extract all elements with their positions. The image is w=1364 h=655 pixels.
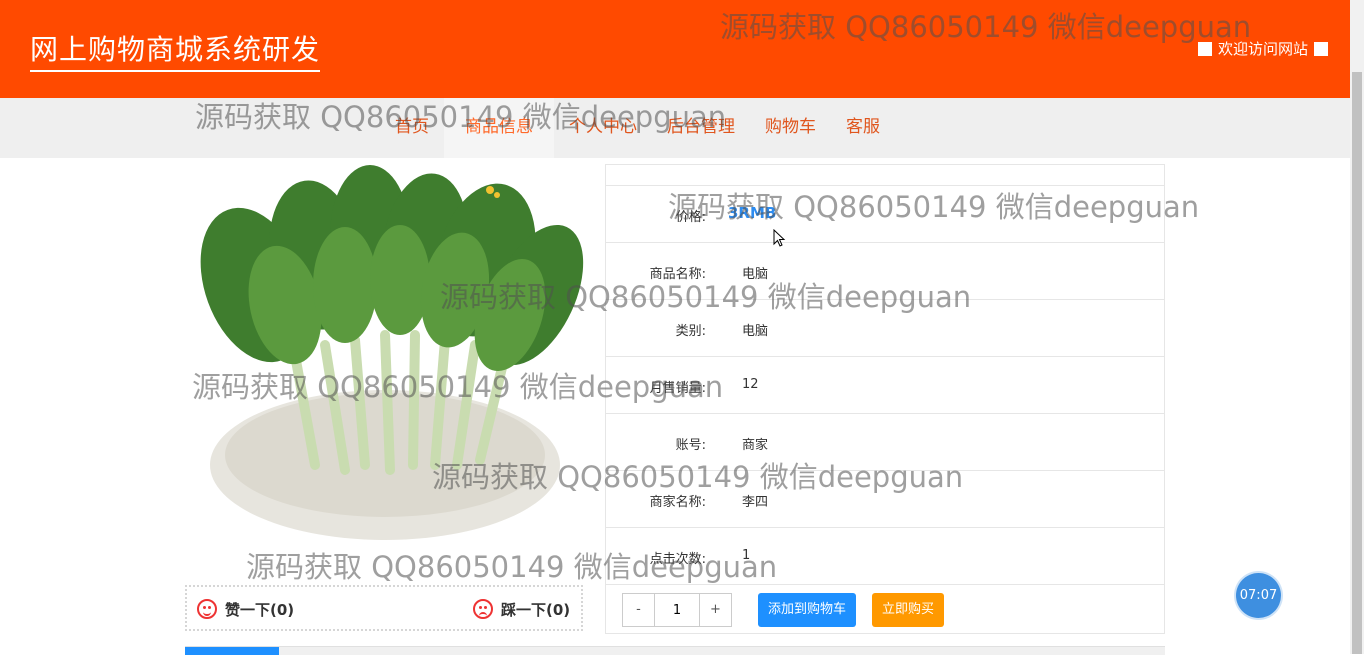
nav-admin[interactable]: 后台管理 <box>652 98 750 158</box>
decrease-button[interactable]: - <box>623 594 654 626</box>
info-row: 账号: 商家 <box>606 413 1164 471</box>
buy-now-button[interactable]: 立即购买 <box>872 593 945 627</box>
like-button[interactable]: 赞一下(0) <box>197 587 294 631</box>
nav-products[interactable]: 商品信息 <box>444 98 554 158</box>
add-to-cart-button[interactable]: 添加到购物车 <box>758 593 857 627</box>
header: 网上购物商城系统研发 欢迎访问网站 <box>0 0 1350 98</box>
nav-home[interactable]: 首页 <box>380 98 444 158</box>
frown-icon <box>473 599 493 619</box>
nav-cart[interactable]: 购物车 <box>750 98 831 158</box>
nav-service[interactable]: 客服 <box>831 98 895 158</box>
dislike-label: 踩一下(0) <box>501 600 571 619</box>
square-icon <box>1197 41 1212 56</box>
field-value: 李四 <box>742 495 769 510</box>
scrollbar-thumb[interactable] <box>1352 72 1362 654</box>
dislike-button[interactable]: 踩一下(0) <box>473 587 570 631</box>
field-label: 类别: <box>675 324 706 339</box>
field-label: 账号: <box>675 438 706 453</box>
vote-box: 赞一下(0) 踩一下(0) <box>185 585 583 631</box>
product-info-table: 价格: 3RMB 商品名称: 电脑 类别: 电脑 月售销量: 12 账号: 商家… <box>605 164 1165 634</box>
field-label: 月售销量: <box>649 381 706 396</box>
navbar: 首页 商品信息 个人中心 后台管理 购物车 客服 <box>0 98 1350 158</box>
field-label: 商家名称: <box>649 495 706 510</box>
field-value: 1 <box>742 548 751 563</box>
field-value: 商家 <box>742 438 769 453</box>
scrollbar[interactable] <box>1350 0 1364 654</box>
clock-widget[interactable]: 07:07 <box>1236 573 1281 618</box>
price-value: 3RMB <box>728 204 777 222</box>
field-label: 点击次数: <box>649 552 706 567</box>
info-row: 月售销量: 12 <box>606 356 1164 414</box>
info-row: 商家名称: 李四 <box>606 470 1164 528</box>
mouse-cursor-icon <box>773 229 786 247</box>
like-label: 赞一下(0) <box>225 600 295 619</box>
product-image <box>185 165 585 545</box>
increase-button[interactable]: + <box>700 594 731 626</box>
square-icon <box>1314 41 1328 56</box>
field-label: 商品名称: <box>649 267 706 282</box>
info-row: 商品名称: 电脑 <box>606 242 1164 300</box>
field-value: 电脑 <box>742 324 769 339</box>
smile-icon <box>197 599 217 619</box>
quantity-input[interactable] <box>654 594 700 626</box>
field-value: 12 <box>742 377 759 392</box>
quantity-stepper: - + <box>622 593 732 627</box>
info-row-price: 价格: 3RMB <box>606 185 1164 243</box>
field-value: 电脑 <box>742 267 769 282</box>
site-title[interactable]: 网上购物商城系统研发 <box>30 28 321 72</box>
info-row: 点击次数: 1 <box>606 527 1164 585</box>
nav-profile[interactable]: 个人中心 <box>554 98 652 158</box>
price-label: 价格: <box>675 210 706 225</box>
welcome-text: 欢迎访问网站 <box>1197 38 1328 59</box>
welcome-label: 欢迎访问网站 <box>1217 40 1308 58</box>
info-row: 类别: 电脑 <box>606 299 1164 357</box>
